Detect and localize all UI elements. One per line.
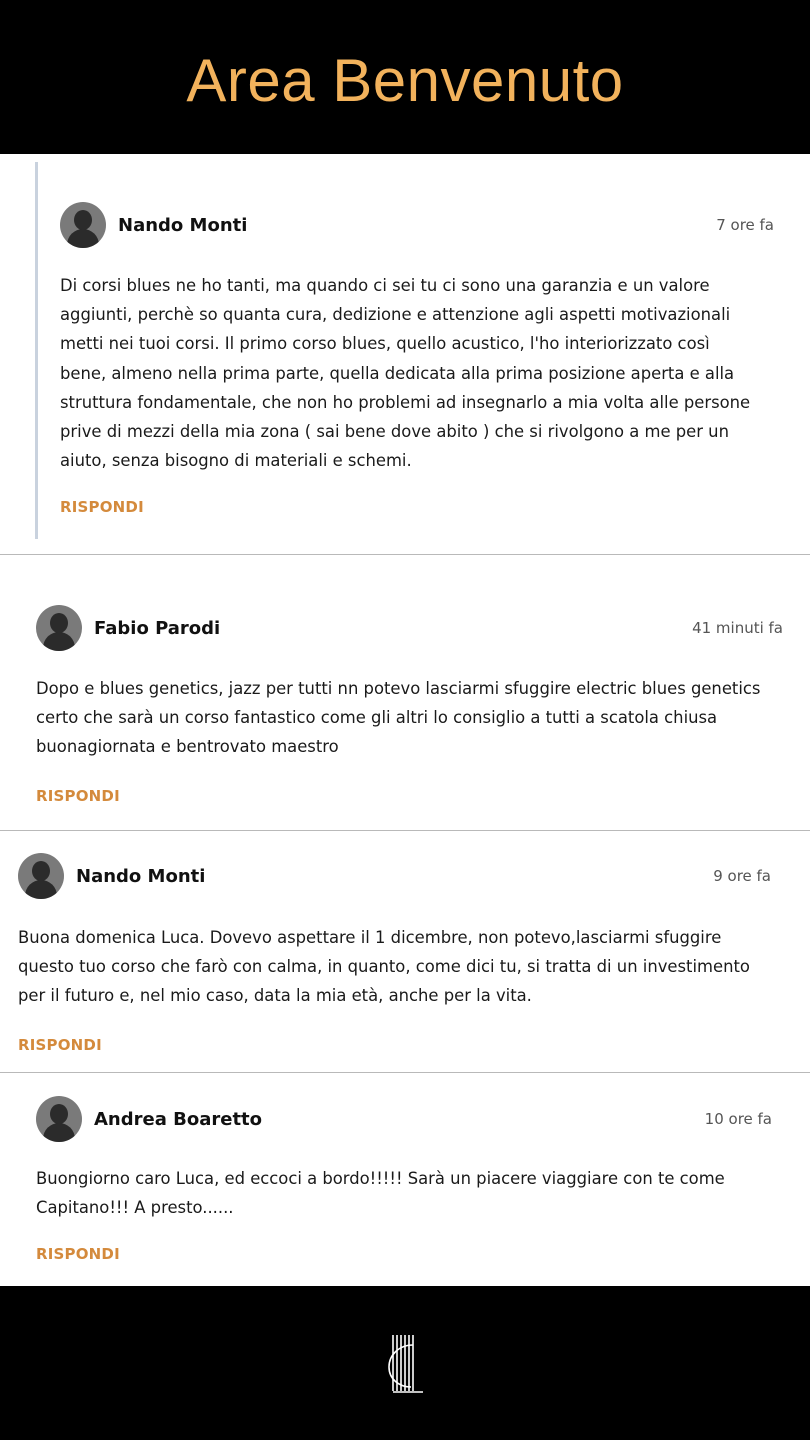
comment-time: 41 minuti fa [692,619,783,637]
comment-header: Nando Monti [18,853,205,899]
avatar [36,605,82,651]
page-title: Area Benvenuto [186,46,624,114]
avatar [18,853,64,899]
comment-time: 7 ore fa [716,216,774,234]
avatar [36,1096,82,1142]
comment-header: Nando Monti [60,202,247,248]
reply-indent-bar [35,162,38,539]
comment-time: 10 ore fa [704,1110,772,1128]
comment-text: Di corsi blues ne ho tanti, ma quando ci… [60,276,751,471]
comment-author: Nando Monti [76,865,206,887]
comment-item: Fabio Parodi 41 minuti fa Dopo e blues g… [0,554,810,830]
reply-button[interactable]: RISPONDI [60,498,144,516]
comment-text: Buona domenica Luca. Dovevo aspettare il… [18,928,750,1006]
comment-text: Dopo e blues genetics, jazz per tutti nn… [36,679,761,757]
comment-author: Nando Monti [118,214,248,236]
page-footer [0,1286,810,1440]
avatar [60,202,106,248]
harp-logo-icon[interactable] [385,1331,425,1395]
page-header: Area Benvenuto [0,0,810,154]
comment-time: 9 ore fa [713,867,771,885]
reply-button[interactable]: RISPONDI [36,787,120,805]
reply-button[interactable]: RISPONDI [36,1245,120,1263]
comment-header: Fabio Parodi [36,605,220,651]
comment-item: Nando Monti 9 ore fa Buona domenica Luca… [0,830,810,1072]
comment-author: Andrea Boaretto [94,1108,263,1130]
comment-header: Andrea Boaretto [36,1096,262,1142]
comments-list: Nando Monti 7 ore fa Di corsi blues ne h… [0,154,810,1286]
comment-text: Buongiorno caro Luca, ed eccoci a bordo!… [36,1169,725,1218]
comment-item: Nando Monti 7 ore fa Di corsi blues ne h… [0,154,810,554]
reply-button[interactable]: RISPONDI [18,1036,102,1054]
comment-item: Andrea Boaretto 10 ore fa Buongiorno car… [0,1072,810,1286]
comment-author: Fabio Parodi [94,617,221,639]
